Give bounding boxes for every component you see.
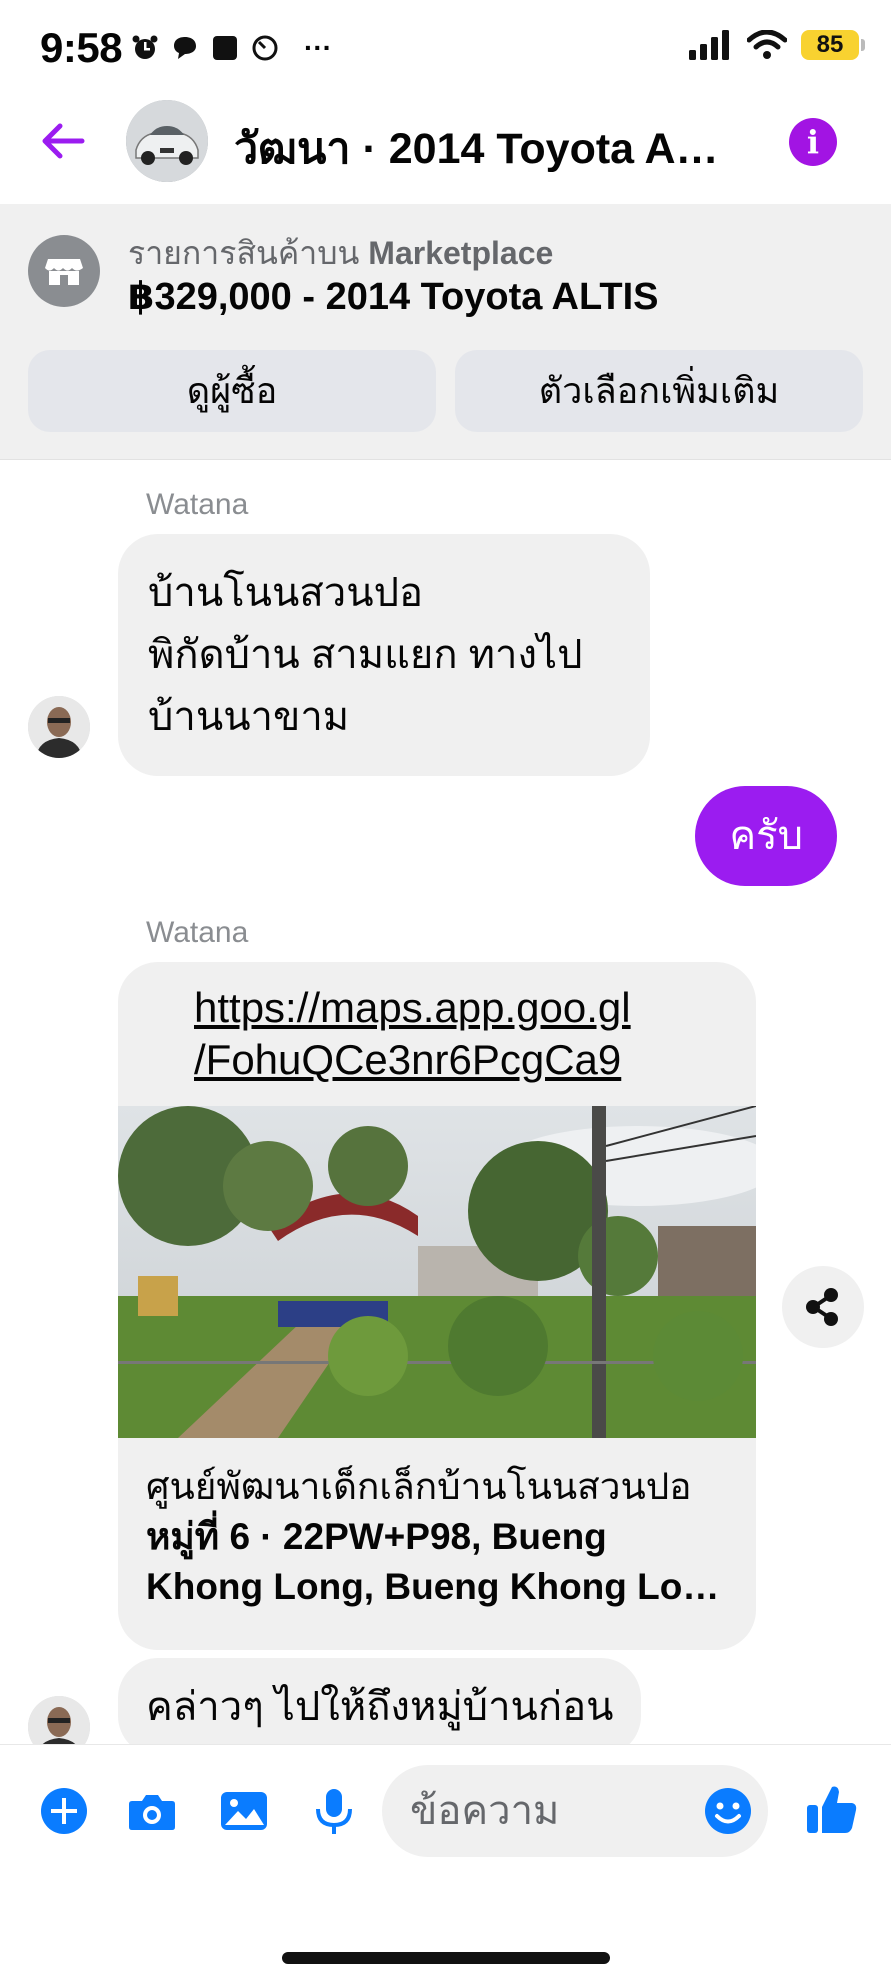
link-url[interactable]: https://maps.app.goo.gl /FohuQCe3nr6PcgC… — [194, 982, 714, 1086]
conversation-title[interactable]: วัฒนา · 2014 Toyota AL… — [234, 114, 744, 182]
marketplace-label: รายการสินค้าบน Marketplace — [128, 228, 553, 279]
emoji-icon[interactable] — [702, 1785, 754, 1837]
sender-avatar[interactable] — [28, 696, 90, 758]
camera-icon[interactable] — [126, 1785, 178, 1837]
battery-indicator: 85 — [801, 30, 865, 60]
more-dots-icon: ··· — [304, 32, 332, 63]
marketplace-label-prefix: รายการสินค้าบน — [128, 235, 360, 271]
sender-name: Watana — [146, 916, 249, 949]
message-composer — [0, 1744, 891, 1880]
status-bar: 9:58 ··· 85 — [0, 0, 891, 96]
marketplace-label-brand: Marketplace — [368, 235, 554, 271]
view-buyer-button[interactable]: ดูผู้ซื้อ — [28, 350, 436, 432]
more-options-button[interactable]: ตัวเลือกเพิ่มเติม — [455, 350, 863, 432]
link-place-name: ศูนย์พัฒนาเด็กเล็กบ้านโนนสวนปอ — [146, 1466, 692, 1507]
message-bubble[interactable]: บ้านโนนสวนปอ พิกัดบ้าน สามแยก ทางไป บ้าน… — [118, 534, 650, 776]
status-system-icons: 85 — [689, 30, 865, 60]
storefront-icon — [28, 235, 100, 307]
link-description: ศูนย์พัฒนาเด็กเล็กบ้านโนนสวนปอ หมู่ที่ 6… — [146, 1462, 736, 1612]
link-url-line: /FohuQCe3nr6PcgCa9 — [194, 1036, 622, 1083]
car-photo — [126, 100, 208, 182]
microphone-icon[interactable] — [308, 1785, 360, 1837]
home-indicator[interactable] — [282, 1952, 610, 1964]
wifi-icon — [747, 30, 787, 59]
message-bubble[interactable]: คล่าวๆ ไปให้ถึงหมู่บ้านก่อน — [118, 1658, 642, 1744]
chat-bubble-icon — [174, 37, 196, 59]
message-line: บ้านนาขาม — [148, 695, 350, 739]
back-arrow-icon[interactable] — [38, 116, 88, 166]
share-button[interactable] — [782, 1266, 864, 1348]
plus-circle-icon[interactable] — [38, 1785, 90, 1837]
marketplace-listing-card: รายการสินค้าบน Marketplace ฿329,000 - 20… — [0, 204, 891, 460]
signal-icon — [689, 30, 729, 60]
message-line: พิกัดบ้าน สามแยก ทางไป — [148, 633, 583, 677]
thumbs-up-icon[interactable] — [804, 1781, 860, 1837]
message-line: บ้านโนนสวนปอ — [148, 571, 423, 615]
status-notification-icons: ··· — [130, 32, 332, 64]
status-time: 9:58 — [40, 24, 123, 71]
listing-title[interactable]: ฿329,000 - 2014 Toyota ALTIS — [128, 274, 659, 319]
timer-icon — [252, 35, 278, 61]
link-preview-image[interactable] — [118, 1106, 756, 1438]
link-preview-message[interactable]: https://maps.app.goo.gl /FohuQCe3nr6PcgC… — [118, 962, 756, 1650]
photo-gallery-icon[interactable] — [218, 1785, 270, 1837]
link-address-line: หมู่ที่ 6 · 22PW+P98, Bueng — [146, 1516, 607, 1557]
listing-avatar[interactable] — [126, 100, 208, 182]
sender-name: Watana — [146, 488, 249, 521]
stop-square-icon — [213, 36, 237, 60]
link-url-line: https://maps.app.goo.gl — [194, 984, 631, 1031]
link-address-line: Khong Long, Bueng Khong Lon… — [146, 1566, 736, 1607]
outgoing-message-bubble[interactable]: ครับ — [695, 786, 837, 886]
info-icon[interactable]: i — [789, 118, 837, 166]
message-clip: คล่าวๆ ไปให้ถึงหมู่บ้านก่อน — [0, 1650, 891, 1744]
alarm-icon — [132, 35, 158, 59]
chat-header: วัฒนา · 2014 Toyota AL… i — [0, 96, 891, 204]
share-icon — [806, 1288, 838, 1326]
